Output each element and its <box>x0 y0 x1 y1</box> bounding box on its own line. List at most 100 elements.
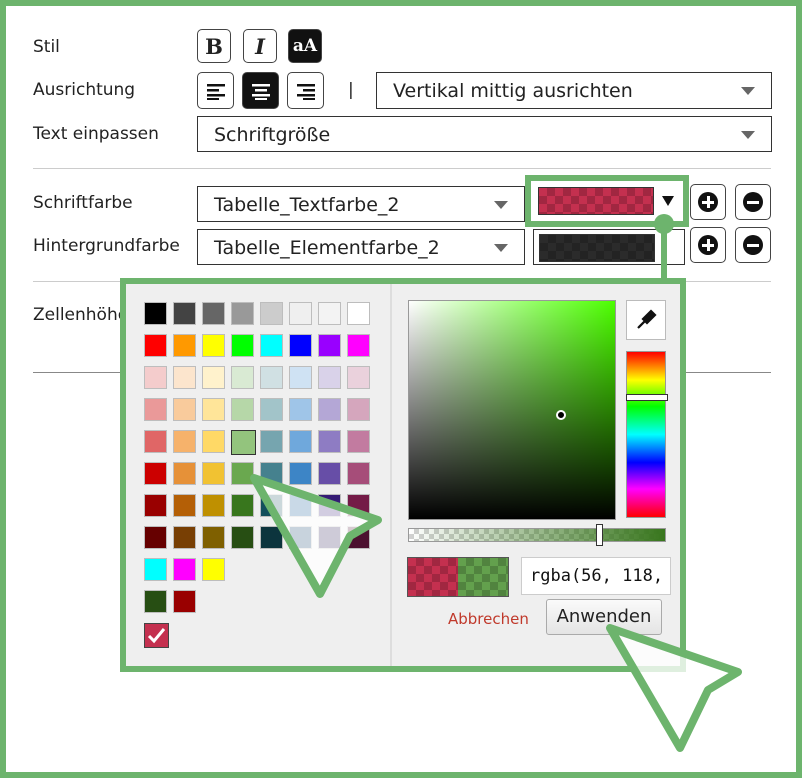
chevron-down-icon <box>741 87 755 95</box>
background-color-select[interactable]: Tabelle_Elementfarbe_2 <box>197 229 525 265</box>
chevron-down-icon <box>494 244 508 252</box>
divider <box>33 168 771 169</box>
palette-swatch[interactable] <box>202 334 225 357</box>
alpha-gradient <box>409 529 665 541</box>
palette-swatch[interactable] <box>144 558 167 581</box>
palette-swatch[interactable] <box>173 558 196 581</box>
palette-swatch[interactable] <box>202 494 225 517</box>
current-color-swatch[interactable] <box>144 623 169 648</box>
palette-swatch[interactable] <box>347 398 370 421</box>
vertical-align-select[interactable]: Vertikal mittig ausrichten <box>376 72 772 109</box>
palette-swatch[interactable] <box>289 398 312 421</box>
add-background-color-button[interactable] <box>690 227 726 263</box>
palette-swatch[interactable] <box>260 366 283 389</box>
font-color-select[interactable]: Tabelle_Textfarbe_2 <box>197 186 525 222</box>
palette-swatch[interactable] <box>173 334 196 357</box>
alpha-handle[interactable] <box>596 524 603 546</box>
palette-swatch[interactable] <box>173 526 196 549</box>
align-left-icon <box>206 83 225 100</box>
palette-swatch[interactable] <box>260 398 283 421</box>
palette-swatch[interactable] <box>173 430 196 453</box>
palette-swatch[interactable] <box>144 398 167 421</box>
sv-cursor[interactable] <box>556 410 566 420</box>
palette-swatch[interactable] <box>260 302 283 325</box>
palette-swatch[interactable] <box>318 366 341 389</box>
chevron-down-icon <box>494 201 508 209</box>
alpha-slider[interactable] <box>408 524 666 546</box>
palette-swatch[interactable] <box>173 494 196 517</box>
text-fit-value: Schriftgröße <box>214 124 331 146</box>
remove-background-color-button[interactable] <box>735 227 771 263</box>
palette-swatch[interactable] <box>318 334 341 357</box>
cancel-button[interactable]: Abbrechen <box>448 610 529 628</box>
palette-swatch[interactable] <box>231 398 254 421</box>
vertical-align-value: Vertikal mittig ausrichten <box>393 80 633 102</box>
color-value-text: rgba(56, 118, 29, 0.7) <box>530 566 670 586</box>
plus-circle-icon <box>698 235 718 255</box>
align-right-icon <box>296 83 315 100</box>
palette-swatch[interactable] <box>347 302 370 325</box>
saturation-value-area[interactable] <box>408 300 616 520</box>
hue-slider[interactable] <box>626 351 668 518</box>
palette-swatch[interactable] <box>202 558 225 581</box>
palette-swatch[interactable] <box>231 334 254 357</box>
palette-swatch[interactable] <box>289 334 312 357</box>
color-value-input[interactable]: rgba(56, 118, 29, 0.7) <box>521 557 671 595</box>
bold-button[interactable]: B <box>197 29 231 63</box>
palette-swatch[interactable] <box>173 302 196 325</box>
text-einpassen-label: Text einpassen <box>33 124 159 144</box>
hintergrundfarbe-label: Hintergrundfarbe <box>33 236 180 256</box>
palette-swatch[interactable] <box>347 334 370 357</box>
hue-handle[interactable] <box>626 394 668 401</box>
palette-swatch[interactable] <box>144 366 167 389</box>
align-separator: | <box>348 80 354 100</box>
text-fit-select[interactable]: Schriftgröße <box>197 116 772 152</box>
palette-swatch[interactable] <box>144 462 167 485</box>
schriftfarbe-label: Schriftfarbe <box>33 193 133 213</box>
palette-swatch[interactable] <box>318 302 341 325</box>
palette-swatch[interactable] <box>289 366 312 389</box>
palette-swatch[interactable] <box>318 398 341 421</box>
palette-swatch[interactable] <box>289 430 312 453</box>
palette-swatch[interactable] <box>173 366 196 389</box>
palette-swatch[interactable] <box>289 302 312 325</box>
palette-swatch[interactable] <box>202 366 225 389</box>
chevron-down-icon <box>741 131 755 139</box>
background-color-preview <box>539 234 655 262</box>
palette-swatch[interactable] <box>144 494 167 517</box>
palette-swatch[interactable] <box>260 334 283 357</box>
palette-swatch[interactable] <box>144 334 167 357</box>
palette-swatch[interactable] <box>318 430 341 453</box>
palette-swatch[interactable] <box>173 398 196 421</box>
palette-swatch[interactable] <box>144 302 167 325</box>
eyedropper-button[interactable] <box>626 300 666 340</box>
font-color-preview <box>538 187 654 215</box>
palette-swatch[interactable] <box>202 430 225 453</box>
remove-font-color-button[interactable] <box>735 184 771 220</box>
align-center-button[interactable] <box>242 72 279 109</box>
checkmark-icon <box>147 628 166 644</box>
palette-swatch[interactable] <box>231 430 256 455</box>
pointer-arrow-icon <box>250 474 382 598</box>
palette-swatch[interactable] <box>144 430 167 453</box>
palette-swatch[interactable] <box>347 430 370 453</box>
palette-swatch[interactable] <box>231 302 254 325</box>
align-center-icon <box>251 83 270 100</box>
italic-button[interactable]: I <box>243 29 277 63</box>
add-font-color-button[interactable] <box>690 184 726 220</box>
palette-swatch[interactable] <box>144 526 167 549</box>
palette-swatch[interactable] <box>202 398 225 421</box>
align-right-button[interactable] <box>287 72 324 109</box>
palette-swatch[interactable] <box>260 430 283 453</box>
palette-swatch[interactable] <box>173 590 196 613</box>
palette-swatch[interactable] <box>173 462 196 485</box>
palette-swatch[interactable] <box>202 302 225 325</box>
palette-swatch[interactable] <box>202 526 225 549</box>
palette-swatch[interactable] <box>347 366 370 389</box>
text-case-button[interactable]: aA <box>288 29 322 63</box>
palette-swatch[interactable] <box>231 366 254 389</box>
palette-swatch[interactable] <box>202 462 225 485</box>
align-left-button[interactable] <box>197 72 234 109</box>
palette-swatch[interactable] <box>144 590 167 613</box>
plus-circle-icon <box>698 192 718 212</box>
